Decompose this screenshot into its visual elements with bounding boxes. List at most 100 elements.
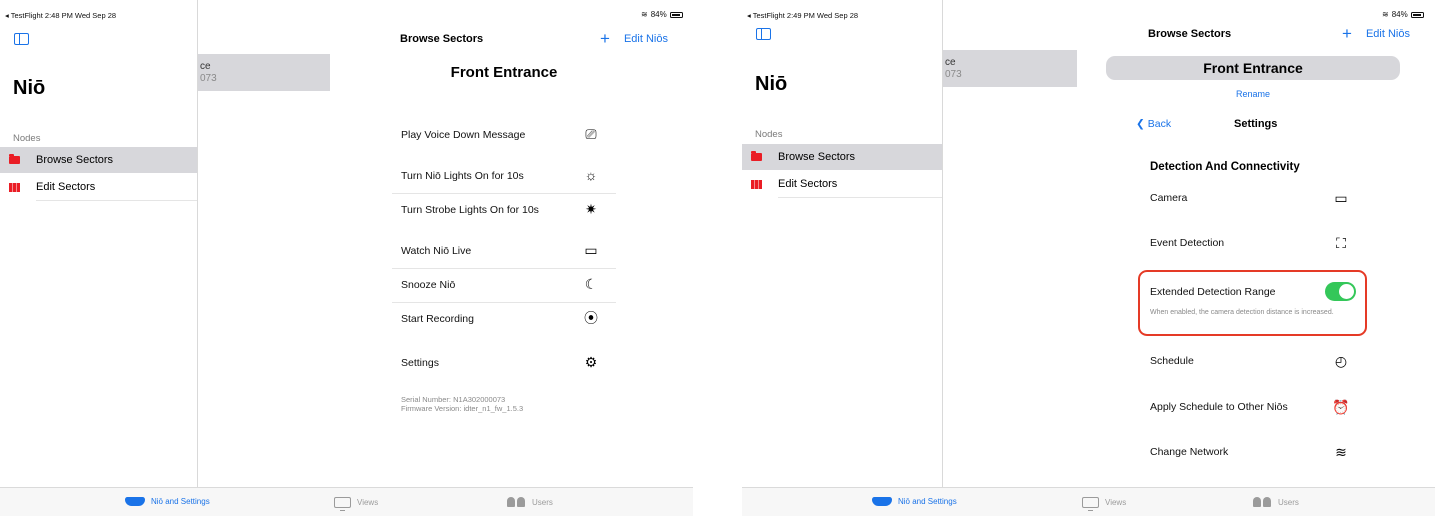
monitor-icon [1082,497,1099,511]
sidebar-item-label: Edit Sectors [36,181,96,193]
back-label: Back [1147,118,1172,130]
strobe-icon: ✷ [585,201,597,217]
action-row-record[interactable]: Start Recording [401,302,474,336]
section-title: Detection And Connectivity [1150,161,1300,173]
message-alert-icon: ⎚ [585,126,597,142]
tab-users[interactable]: Users [1252,497,1299,507]
action-row-voice-down[interactable]: Play Voice Down Message [401,118,525,152]
frame-icon: ⛶ [1336,235,1346,251]
sidebar-section-header: Nodes [13,133,41,144]
settings-row-schedule[interactable]: Schedule [1150,344,1194,378]
nio-device-icon [872,497,892,506]
tab-label: Users [532,497,553,507]
action-row-settings[interactable]: Settings [401,346,439,380]
tv-icon: ▭ [584,242,598,258]
tab-nio-settings[interactable]: Niō and Settings [872,497,957,506]
tab-label: Views [1105,498,1127,507]
action-row-lights[interactable]: Turn Niō Lights On for 10s [401,159,524,193]
tab-bar: Niō and Settings Views Users [742,487,1435,516]
action-row-strobe[interactable]: Turn Strobe Lights On for 10s [401,193,539,227]
folder-icon [751,151,762,161]
gear-icon: ⚙ [584,354,598,370]
status-bar-right: ≋ 84% [641,10,683,19]
status-bar-left-text: ◂ TestFlight 2:48 PM Wed Sep 28 [5,11,117,20]
tab-bar: Niō and Settings Views Users [0,487,693,516]
tab-views[interactable]: Views [334,497,379,511]
edit-nios-button[interactable]: Edit Niōs [1366,28,1410,40]
add-icon[interactable]: + [1342,25,1352,42]
users-icon [1252,497,1272,507]
settings-row-apply-schedule[interactable]: Apply Schedule to Other Niōs [1150,390,1288,424]
map-icon [9,183,20,192]
battery-percent: 84% [650,10,667,19]
peek-text: ce [945,57,956,68]
back-button[interactable]: ❮ Back [1136,118,1171,130]
sidebar-title: Niō [755,73,788,95]
folder-icon [9,154,20,164]
toggle-description: When enabled, the camera detection dista… [1150,309,1334,316]
peek-text: ce [200,61,211,72]
sidebar-item-label: Edit Sectors [778,178,838,190]
settings-title: Settings [1234,118,1278,130]
wifi-icon: ≋ [1335,444,1347,460]
tab-nio-settings[interactable]: Niō and Settings [125,497,210,506]
sidebar-item-label: Browse Sectors [36,154,114,166]
sidebar-section-header: Nodes [755,129,783,140]
users-icon [506,497,526,507]
battery-icon [1410,11,1424,18]
peek-subtext: 073 [200,73,217,84]
settings-row-change-network[interactable]: Change Network [1150,435,1228,469]
sidebar-item-browse-sectors[interactable]: Browse Sectors [0,147,197,173]
alarm-icon: ⏰ [1332,399,1350,415]
action-row-snooze[interactable]: Snooze Niō [401,268,455,302]
peek-list-row[interactable] [198,54,330,91]
wifi-icon: ≋ [1382,10,1389,19]
status-bar-left-text: ◂ TestFlight 2:49 PM Wed Sep 28 [747,11,859,20]
extended-range-toggle[interactable] [1325,282,1356,301]
nav-title: Browse Sectors [1148,28,1232,40]
screen-left: ◂ TestFlight 2:48 PM Wed Sep 28 ≋ 84% Ni… [0,0,693,516]
battery-percent: 84% [1391,10,1408,19]
sidebar-item-edit-sectors[interactable]: Edit Sectors [0,174,197,200]
record-icon: ⦿ [584,310,598,326]
sidebar-title: Niō [13,77,46,99]
tab-label: Niō and Settings [898,497,957,506]
peek-list-row[interactable] [943,50,1077,87]
chevron-left-icon: ❮ [1136,118,1145,130]
sidebar-toggle-icon[interactable] [14,33,29,45]
sun-icon: ☼ [584,167,598,183]
add-icon[interactable]: + [600,30,610,47]
sidebar-item-browse-sectors[interactable]: Browse Sectors [742,144,942,170]
sidebar-item-label: Browse Sectors [778,151,856,163]
settings-row-event-detection[interactable]: Event Detection [1150,226,1224,260]
screen-right: ◂ TestFlight 2:49 PM Wed Sep 28 ≋ 84% Ni… [742,0,1435,516]
device-title-field[interactable]: Front Entrance [1106,56,1400,80]
rename-link[interactable]: Rename [1236,89,1270,99]
monitor-icon [334,497,351,511]
peek-subtext: 073 [945,69,962,80]
firmware-version: Firmware Version: idter_n1_fw_1.5.3 [401,404,524,413]
clock-icon: ◴ [1334,353,1348,369]
tab-label: Views [357,498,379,507]
map-icon [751,180,762,189]
tab-label: Niō and Settings [151,497,210,506]
sidebar-toggle-icon[interactable] [756,28,771,40]
action-row-watch-live[interactable]: Watch Niō Live [401,234,471,268]
camera-icon: ▭ [1334,190,1348,206]
nav-title: Browse Sectors [400,33,484,45]
nio-device-icon [125,497,145,506]
status-bar-right: ≋ 84% [1382,10,1424,19]
edit-nios-button[interactable]: Edit Niōs [624,33,668,45]
device-title: Front Entrance [450,64,558,81]
tab-label: Users [1278,497,1299,507]
sidebar-item-edit-sectors[interactable]: Edit Sectors [742,171,942,197]
settings-row-extended-range[interactable]: Extended Detection Range [1150,275,1276,309]
nav-actions: + Edit Niōs [600,30,668,47]
tab-users[interactable]: Users [506,497,553,507]
sidebar-divider [36,200,197,201]
tab-views[interactable]: Views [1082,497,1127,511]
nav-actions: + Edit Niōs [1342,25,1410,42]
wifi-icon: ≋ [641,10,648,19]
battery-icon [669,11,683,18]
settings-row-camera[interactable]: Camera [1150,181,1187,215]
